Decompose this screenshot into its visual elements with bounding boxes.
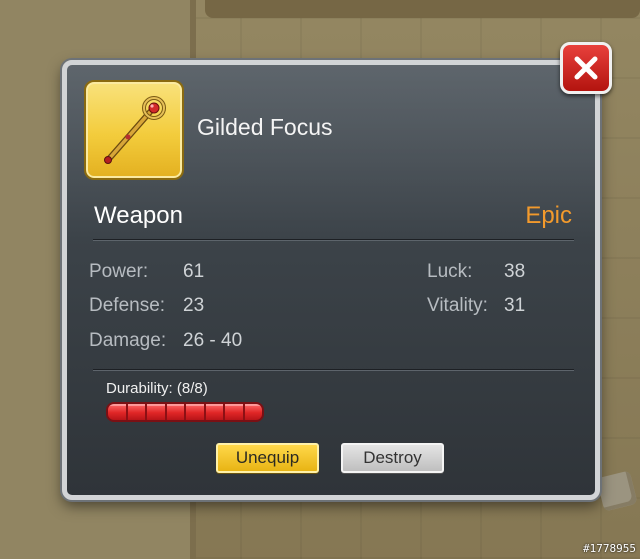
item-icon-frame <box>84 80 184 180</box>
divider <box>93 369 574 371</box>
durability-segment <box>225 404 245 420</box>
durability-label: Durability: (8/8) <box>106 380 208 397</box>
vitality-label: Vitality: <box>427 295 488 316</box>
durability-segment <box>167 404 186 420</box>
power-value: 61 <box>183 261 205 282</box>
defense-value: 23 <box>183 295 205 316</box>
defense-label: Defense: <box>89 295 166 316</box>
damage-value: 26 - 40 <box>183 330 243 351</box>
durability-segment <box>147 404 167 420</box>
item-type: Weapon <box>94 202 183 229</box>
item-name: Gilded Focus <box>197 114 333 140</box>
close-button[interactable] <box>560 42 612 94</box>
power-label: Power: <box>89 261 149 282</box>
durability-segment <box>108 404 128 420</box>
luck-label: Luck: <box>427 261 473 282</box>
item-rarity: Epic <box>525 202 572 229</box>
destroy-button[interactable]: Destroy <box>341 443 444 473</box>
durability-bar <box>106 402 264 422</box>
vitality-value: 31 <box>504 295 526 316</box>
watermark: #1778955 <box>583 542 636 555</box>
damage-label: Damage: <box>89 330 167 351</box>
golden-staff-icon <box>104 96 166 164</box>
durability-segment <box>186 404 206 420</box>
durability-segment <box>128 404 147 420</box>
divider <box>93 239 574 241</box>
unequip-button[interactable]: Unequip <box>216 443 319 473</box>
close-icon <box>574 56 598 80</box>
durability-segment <box>206 404 225 420</box>
luck-value: 38 <box>504 261 526 282</box>
durability-segment <box>245 404 263 420</box>
